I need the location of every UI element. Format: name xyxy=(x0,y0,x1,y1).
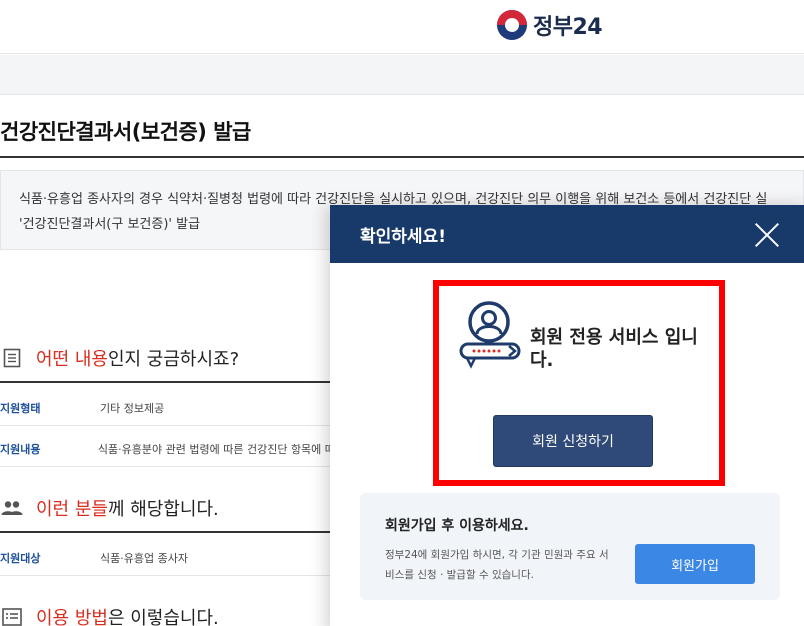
taegeuk-icon xyxy=(497,10,527,40)
signup-title: 회원가입 후 이용하세요. xyxy=(385,518,529,534)
section-how-text: 은 이렇습니다. xyxy=(107,608,219,626)
row-value: 기타 정보제공 xyxy=(100,401,165,415)
member-only-message: 회원 전용 서비스 입니다. xyxy=(530,327,698,371)
modal-title: 확인하세요! xyxy=(360,226,446,247)
section-what-highlight: 어떤 내용 xyxy=(36,349,108,370)
section-who-divider xyxy=(0,531,330,533)
signup-button[interactable]: 회원가입 xyxy=(635,544,755,584)
member-only-modal: 확인하세요! 회원 전용 서비스 입니다. 회원 신청하기 회원가입 후 이용하… xyxy=(330,205,804,626)
section-how-highlight: 이용 방법 xyxy=(36,608,108,626)
signup-description: 정부24에 회원가입 하시면, 각 기관 민원과 주요 서비스를 신청 · 발급… xyxy=(385,549,609,581)
row-value: 식품·유흥분야 관련 법령에 따른 건강진단 항목에 따 xyxy=(97,442,330,456)
logo-text: 정부24 xyxy=(533,15,603,40)
title-divider xyxy=(0,156,804,158)
section-who-heading: 이런 분들께 해당합니다. xyxy=(0,495,219,521)
site-header: 정부24 xyxy=(0,0,804,54)
people-icon xyxy=(0,496,24,520)
page-title: 건강진단결과서(보건증) 발급 xyxy=(0,120,251,144)
close-icon[interactable] xyxy=(754,222,780,248)
row-key: 지원형태 xyxy=(0,401,41,415)
document-icon xyxy=(0,346,24,370)
list-icon xyxy=(0,605,24,626)
member-service-box: 회원 전용 서비스 입니다. 회원 신청하기 xyxy=(433,280,725,486)
section-what-text: 인지 궁금하시죠? xyxy=(107,349,240,370)
breadcrumb-bar xyxy=(0,55,804,95)
signup-box: 회원가입 후 이용하세요. 정부24에 회원가입 하시면, 각 기관 민원과 주… xyxy=(360,493,780,600)
section-what-heading: 어떤 내용인지 궁금하시죠? xyxy=(0,345,239,371)
section-who-highlight: 이런 분들 xyxy=(36,499,108,520)
member-apply-button[interactable]: 회원 신청하기 xyxy=(493,415,653,467)
row-key: 지원대상 xyxy=(0,551,41,565)
row-key: 지원내용 xyxy=(0,442,41,456)
member-card-icon xyxy=(459,301,521,369)
table-row: 지원형태 기타 정보제공 xyxy=(0,390,330,426)
section-what-divider xyxy=(0,381,330,383)
section-who-text: 께 해당합니다. xyxy=(107,499,219,520)
table-row: 지원내용 식품·유흥분야 관련 법령에 따른 건강진단 항목에 따 xyxy=(0,431,330,467)
modal-header: 확인하세요! xyxy=(330,205,804,263)
gov24-logo[interactable]: 정부24 xyxy=(497,9,603,41)
table-row: 지원대상 식품·유흥업 종사자 xyxy=(0,540,330,576)
section-how-heading: 이용 방법은 이렇습니다. xyxy=(0,604,219,626)
row-value: 식품·유흥업 종사자 xyxy=(100,551,188,565)
